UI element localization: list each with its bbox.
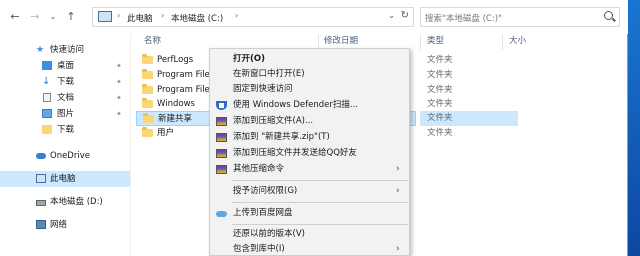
menu-separator bbox=[232, 224, 408, 225]
refresh-icon[interactable]: ↻ bbox=[401, 10, 409, 21]
folder-icon bbox=[142, 69, 153, 79]
document-icon bbox=[43, 93, 51, 102]
menu-item-include-library[interactable]: 包含到库中(I) › bbox=[210, 242, 409, 256]
forward-button[interactable]: → bbox=[28, 10, 42, 24]
menu-item-add-archive[interactable]: 添加到压缩文件(A)... bbox=[210, 114, 409, 129]
archive-icon bbox=[216, 133, 227, 142]
menu-item-open[interactable]: 打开(O) bbox=[210, 52, 409, 67]
column-divider bbox=[502, 34, 503, 50]
folder-icon bbox=[143, 113, 154, 123]
desktop-icon bbox=[42, 61, 52, 70]
back-button[interactable]: ← bbox=[8, 10, 22, 24]
search-placeholder: 搜索"本地磁盘 (C:)" bbox=[425, 14, 502, 24]
sidebar-item-documents[interactable]: 文档 ✦ bbox=[0, 90, 130, 106]
column-header-size[interactable]: 大小 bbox=[509, 34, 526, 48]
file-type: 文件夹 bbox=[427, 55, 453, 65]
submenu-arrow-icon: › bbox=[396, 164, 400, 174]
sidebar-item-downloads[interactable]: ↓ 下载 ✦ bbox=[0, 74, 130, 90]
submenu-arrow-icon: › bbox=[396, 186, 400, 196]
file-row[interactable]: Windows bbox=[136, 97, 216, 112]
navigation-pane: ★ 快速访问 桌面 ✦ ↓ 下载 ✦ 文档 ✦ 图片 ✦ 下载 OneDrive… bbox=[0, 34, 130, 256]
breadcrumb-this-pc[interactable]: 此电脑 bbox=[127, 12, 153, 24]
network-icon bbox=[36, 220, 46, 229]
archive-icon bbox=[216, 165, 227, 174]
menu-item-grant-access[interactable]: 授予访问权限(G) › bbox=[210, 184, 409, 199]
menu-item-pin-quick-access[interactable]: 固定到快速访问 bbox=[210, 82, 409, 97]
menu-item-restore-versions[interactable]: 还原以前的版本(V) bbox=[210, 227, 409, 242]
pane-divider bbox=[130, 34, 131, 256]
up-button[interactable]: ↑ bbox=[64, 10, 78, 24]
folder-icon bbox=[142, 127, 153, 137]
this-pc-icon bbox=[36, 174, 46, 183]
file-row[interactable]: 用户 bbox=[136, 126, 216, 141]
pin-icon: ✦ bbox=[116, 78, 122, 86]
file-type: 文件夹 bbox=[427, 70, 453, 80]
recent-dropdown-button[interactable]: ⌄ bbox=[46, 10, 60, 24]
context-menu: 打开(O) 在新窗口中打开(E) 固定到快速访问 使用 Windows Defe… bbox=[209, 48, 410, 256]
menu-separator bbox=[232, 202, 408, 203]
search-icon bbox=[604, 11, 613, 20]
menu-item-add-archive-send-qq[interactable]: 添加到压缩文件并发送给QQ好友 bbox=[210, 146, 409, 161]
sidebar-item-local-disk-d[interactable]: 本地磁盘 (D:) bbox=[0, 194, 130, 210]
file-row[interactable]: Program Files (x86) bbox=[136, 83, 239, 98]
download-icon: ↓ bbox=[42, 76, 51, 87]
file-type: 文件夹 bbox=[427, 128, 453, 138]
pin-icon: ✦ bbox=[116, 94, 122, 102]
sidebar-item-desktop[interactable]: 桌面 ✦ bbox=[0, 58, 130, 74]
menu-item-add-zip[interactable]: 添加到 "新建共享.zip"(T) bbox=[210, 130, 409, 145]
onedrive-cloud-icon bbox=[36, 153, 46, 159]
sidebar-item-pictures[interactable]: 图片 ✦ bbox=[0, 106, 130, 122]
menu-item-open-new-window[interactable]: 在新窗口中打开(E) bbox=[210, 67, 409, 82]
archive-icon bbox=[216, 117, 227, 126]
menu-item-other-compression[interactable]: 其他压缩命令 › bbox=[210, 162, 409, 177]
breadcrumb-local-disk-c[interactable]: 本地磁盘 (C:) bbox=[171, 12, 223, 24]
address-toolbar: ← → ⌄ ↑ › 此电脑 › 本地磁盘 (C:) › ⌄ ↻ 搜索"本地磁盘 … bbox=[0, 0, 628, 34]
column-header-date[interactable]: 修改日期 bbox=[324, 34, 358, 48]
sidebar-item-this-pc[interactable]: 此电脑 bbox=[0, 171, 130, 187]
file-type: 文件夹 bbox=[427, 113, 453, 123]
sidebar-item-download-folder[interactable]: 下载 bbox=[0, 122, 130, 138]
shield-icon bbox=[216, 101, 227, 110]
chevron-down-icon[interactable]: ⌄ bbox=[388, 11, 395, 20]
sidebar-item-network[interactable]: 网络 bbox=[0, 217, 130, 233]
submenu-arrow-icon: › bbox=[396, 244, 400, 254]
menu-item-defender-scan[interactable]: 使用 Windows Defender扫描... bbox=[210, 98, 409, 113]
search-box[interactable]: 搜索"本地磁盘 (C:)" bbox=[420, 7, 620, 27]
file-row[interactable]: PerfLogs bbox=[136, 53, 216, 68]
picture-icon bbox=[42, 109, 52, 118]
archive-icon bbox=[216, 149, 227, 158]
pin-icon: ✦ bbox=[116, 62, 122, 70]
drive-icon bbox=[36, 200, 46, 206]
folder-icon bbox=[42, 125, 52, 134]
file-row[interactable]: Program Files bbox=[136, 68, 216, 83]
address-bar[interactable]: › 此电脑 › 本地磁盘 (C:) › ⌄ ↻ bbox=[92, 7, 414, 27]
sidebar-item-onedrive[interactable]: OneDrive bbox=[0, 148, 130, 164]
menu-item-upload-baidu[interactable]: 上传到百度网盘 bbox=[210, 206, 409, 221]
pin-icon: ✦ bbox=[116, 110, 122, 118]
column-header-name[interactable]: 名称 bbox=[144, 34, 161, 48]
menu-separator bbox=[232, 180, 408, 181]
file-type: 文件夹 bbox=[427, 85, 453, 95]
chevron-right-icon: › bbox=[161, 11, 165, 20]
column-header-type[interactable]: 类型 bbox=[427, 34, 444, 48]
explorer-window: ← → ⌄ ↑ › 此电脑 › 本地磁盘 (C:) › ⌄ ↻ 搜索"本地磁盘 … bbox=[0, 0, 628, 256]
chevron-right-icon: › bbox=[235, 11, 239, 20]
column-divider bbox=[420, 34, 421, 50]
folder-icon bbox=[142, 98, 153, 108]
chevron-right-icon: › bbox=[117, 11, 121, 20]
folder-icon bbox=[142, 84, 153, 94]
folder-icon bbox=[142, 54, 153, 64]
file-type: 文件夹 bbox=[427, 99, 453, 109]
cloud-icon bbox=[216, 211, 227, 217]
this-pc-icon bbox=[98, 11, 112, 22]
sidebar-item-quick-access[interactable]: ★ 快速访问 bbox=[0, 42, 130, 58]
star-icon: ★ bbox=[36, 45, 45, 55]
